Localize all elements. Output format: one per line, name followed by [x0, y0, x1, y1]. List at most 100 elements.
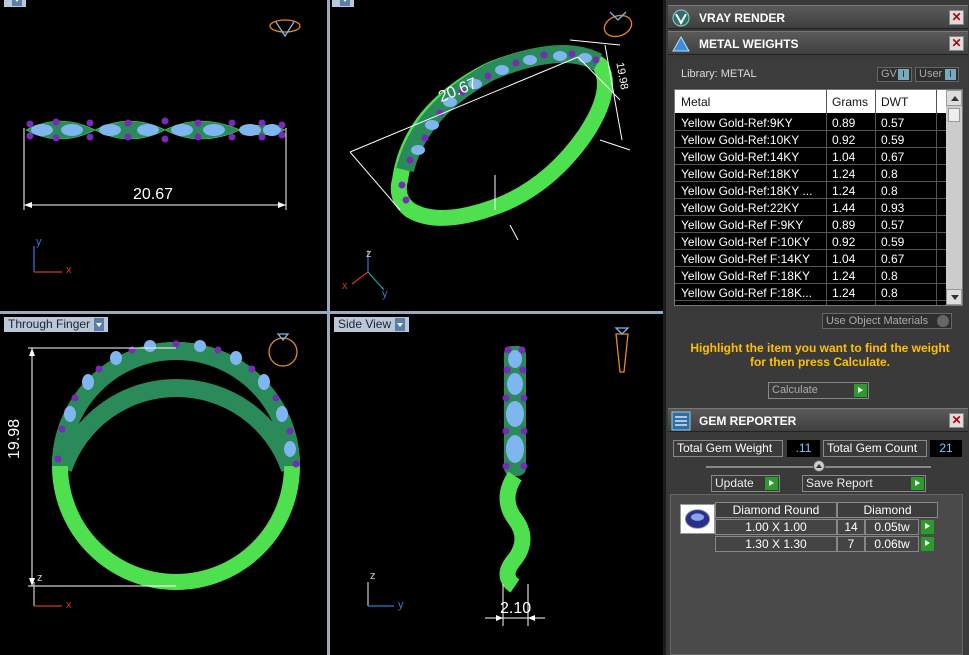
gem-report-list: Diamond Round Diamond 1.00 X 1.00 14 0.0…	[670, 494, 963, 655]
viewport-front[interactable]: 20.67 y x	[0, 0, 327, 311]
cell-grams: 1.44	[832, 201, 856, 215]
vray-render-title: VRAY RENDER	[699, 11, 786, 25]
metal-weights-header[interactable]: METAL WEIGHTS ✕	[668, 31, 968, 55]
gem-shape-header: Diamond Round	[715, 502, 837, 518]
table-header: Metal Grams DWT	[675, 90, 947, 113]
library-label: Library: METAL	[681, 68, 757, 80]
update-button[interactable]: Update	[711, 475, 780, 492]
cell-grams: 0.92	[832, 133, 856, 147]
play-icon	[854, 384, 867, 397]
cell-metal: Yellow Gold-Ref F:9KY	[681, 218, 804, 232]
gem-row-size[interactable]: 1.30 X 1.30	[715, 536, 837, 552]
play-icon	[765, 477, 778, 490]
cell-metal: Yellow Gold-Ref F:18K...	[681, 286, 812, 300]
cell-metal: Yellow Gold-Ref:14KY	[681, 150, 800, 164]
toggle-indicator-icon	[937, 315, 949, 327]
gem-row-select-icon[interactable]	[921, 537, 934, 551]
gem-row-count[interactable]: 7	[837, 536, 865, 552]
table-scrollbar[interactable]	[946, 90, 962, 305]
cell-dwt: 0.8	[881, 167, 898, 181]
gem-row-count[interactable]: 14	[837, 519, 865, 535]
gem-row-size[interactable]: 1.00 X 1.00	[715, 519, 837, 535]
viewport-area: 20.67 y x 20.67 19.98 z x y Through Fing…	[0, 0, 663, 655]
cell-grams: 0.89	[832, 218, 856, 232]
scroll-down-icon[interactable]	[946, 289, 962, 305]
scroll-thumb[interactable]	[948, 108, 960, 122]
gem-row-weight[interactable]: 0.06tw	[865, 536, 919, 552]
column-dwt[interactable]: DWT	[881, 95, 908, 109]
side-view-drawing	[367, 327, 630, 626]
cell-dwt: 0.59	[881, 235, 905, 249]
gem-material-header: Diamond	[837, 502, 938, 518]
cell-grams: 0.92	[832, 235, 856, 249]
axis-z-label: z	[366, 248, 372, 260]
cell-metal: Yellow Gold-Ref:10KY	[681, 133, 800, 147]
user-toggle[interactable]: User I	[915, 67, 959, 82]
table-row[interactable]: Yellow Gold-Ref:22KY 1.44 0.93	[675, 199, 947, 216]
metal-weights-table[interactable]: Metal Grams DWT Yellow Gold-Ref:9KY 0.89 0…	[674, 89, 963, 306]
cell-dwt: 0.8	[881, 286, 898, 300]
table-row[interactable]: Yellow Gold-Ref:18KY 1.24 0.8	[675, 165, 947, 182]
cell-metal: Yellow Gold-Ref F:10KY	[681, 235, 810, 249]
library-row: Library: METAL GV I User I	[668, 60, 968, 88]
gem-row-select-icon[interactable]	[921, 520, 934, 534]
total-gem-count-value: 21	[930, 440, 962, 457]
table-row[interactable]: Yellow Gold-Ref:14KY 1.04 0.67	[675, 148, 947, 165]
gem-slider-knob[interactable]	[813, 460, 825, 472]
finger-dimension-label: 19.98	[6, 418, 23, 459]
close-icon[interactable]: ✕	[949, 10, 964, 25]
toggle-indicator-icon: I	[898, 69, 909, 80]
cell-grams: 0.89	[832, 116, 856, 130]
axis-y-label: y	[398, 599, 404, 611]
round-diamond-icon	[680, 504, 715, 534]
table-row[interactable]: Yellow Gold-Ref F:10KY 0.92 0.59	[675, 233, 947, 250]
cell-grams: 1.24	[832, 286, 856, 300]
front-view-drawing	[23, 19, 301, 273]
cell-dwt: 0.67	[881, 252, 905, 266]
viewport-perspective[interactable]: 20.67 19.98 z x y	[330, 0, 663, 311]
play-icon	[911, 477, 924, 490]
cell-grams: 1.24	[832, 269, 856, 283]
calculate-button[interactable]: Calculate	[768, 382, 869, 399]
axis-x-label: x	[342, 280, 348, 292]
table-row[interactable]: Yellow Gold-Ref:18KY ... 1.24 0.8	[675, 182, 947, 199]
gv-toggle[interactable]: GV I	[877, 67, 912, 82]
cell-dwt: 0.67	[881, 150, 905, 164]
calculate-hint: Highlight the item you want to find the …	[690, 341, 950, 369]
table-row[interactable]: Yellow Gold-Ref:9KY 0.89 0.57	[675, 114, 947, 131]
cell-metal: Yellow Gold-Ref:22KY	[681, 201, 800, 215]
through-finger-drawing	[28, 333, 300, 607]
column-metal[interactable]: Metal	[681, 95, 710, 109]
gem-row-weight[interactable]: 0.05tw	[865, 519, 919, 535]
perspective-view-drawing	[349, 11, 633, 291]
side-dimension-label: 2.10	[500, 600, 532, 617]
column-grams[interactable]: Grams	[832, 95, 868, 109]
table-row[interactable]: Yellow Gold-Ref:10KY 0.92 0.59	[675, 131, 947, 148]
gem-totals-row: Total Gem Weight .11 Total Gem Count 21	[666, 436, 969, 460]
close-icon[interactable]: ✕	[949, 413, 964, 428]
axis-z-label: z	[37, 572, 43, 584]
metal-weights-title: METAL WEIGHTS	[699, 37, 799, 51]
vray-render-header[interactable]: VRAY RENDER ✕	[668, 5, 968, 29]
viewport-through-finger[interactable]: Through Finger 19.98 z x	[0, 314, 327, 655]
table-row[interactable]: Yellow Gold-Ref F:18KY 1.24 0.8	[675, 267, 947, 284]
viewport-side-view[interactable]: Side View 2.10 z y	[330, 314, 663, 655]
table-row[interactable]: Yellow Gold-Ref F:14KY 1.04 0.67	[675, 250, 947, 267]
scroll-up-icon[interactable]	[946, 90, 962, 106]
close-icon[interactable]: ✕	[949, 36, 964, 51]
front-dimension-label: 20.67	[133, 186, 174, 203]
vray-icon	[672, 9, 690, 27]
toggle-indicator-icon: I	[945, 69, 956, 80]
cell-grams: 1.24	[832, 167, 856, 181]
table-row[interactable]: Yellow Gold-Ref F:9KY 0.89 0.57	[675, 216, 947, 233]
cell-metal: Yellow Gold-Ref:9KY	[681, 116, 793, 130]
cell-metal: Yellow Gold-Ref:18KY	[681, 167, 800, 181]
cell-dwt: 0.57	[881, 116, 905, 130]
table-row[interactable]: Yellow Gold-Ref F:18K... 1.24 0.8	[675, 284, 947, 301]
metal-weights-icon	[672, 35, 690, 52]
cell-dwt: 0.8	[881, 184, 898, 198]
cell-metal: Yellow Gold-Ref F:18KY	[681, 269, 810, 283]
gem-reporter-header[interactable]: GEM REPORTER ✕	[668, 408, 968, 432]
use-object-materials-toggle[interactable]: Use Object Materials	[822, 313, 952, 329]
save-report-button[interactable]: Save Report	[802, 475, 926, 492]
